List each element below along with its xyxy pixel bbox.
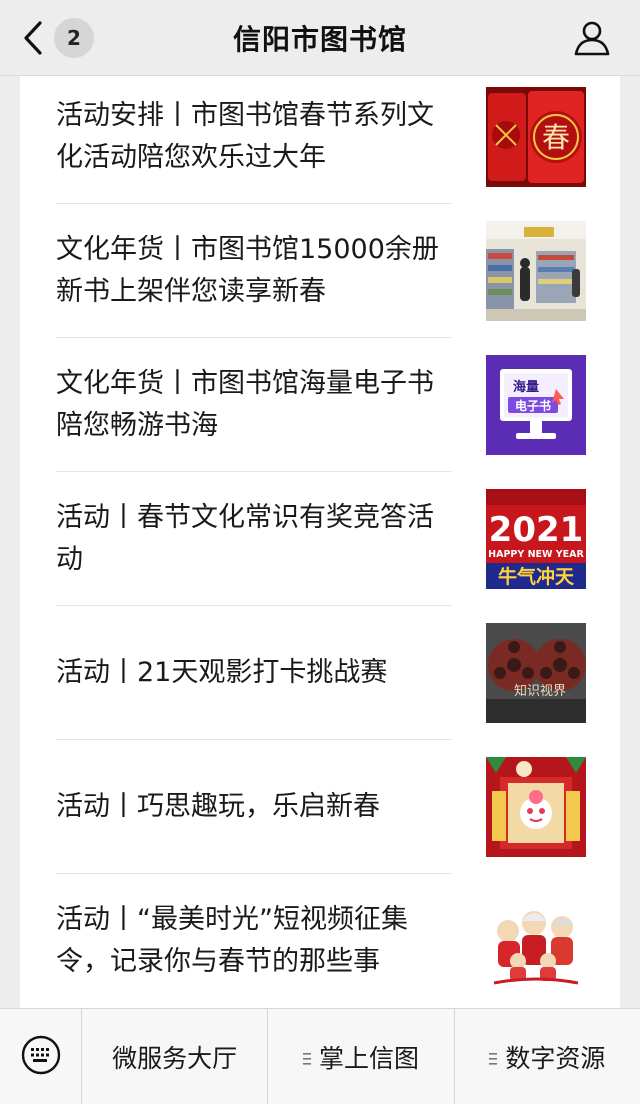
- chevron-left-icon: [18, 18, 48, 58]
- thumb-label: 牛气冲天: [498, 565, 575, 588]
- thumb-label: 知识视界: [514, 683, 566, 699]
- menu-micro-service-hall[interactable]: 微服务大厅: [82, 1009, 269, 1104]
- article-thumbnail: 海量 电子书: [486, 355, 586, 455]
- thumb-label: 电子书: [515, 398, 551, 413]
- article-thumbnail: 春: [486, 87, 586, 187]
- article-thumbnail: [486, 757, 586, 857]
- list-item[interactable]: 活动丨“最美时光”短视频征集令，记录你与春节的那些事: [20, 874, 620, 1008]
- article-title: 文化年货丨市图书馆海量电子书陪您畅游书海: [56, 368, 434, 441]
- list-item[interactable]: 活动安排丨市图书馆春节系列文化活动陪您欢乐过大年 春: [20, 76, 620, 204]
- article-title: 活动安排丨市图书馆春节系列文化活动陪您欢乐过大年: [56, 100, 434, 173]
- article-thumbnail: [486, 891, 586, 991]
- menu-label: 微服务大厅: [112, 1044, 238, 1073]
- menu-pocket-library[interactable]: 掌上信图: [268, 1009, 455, 1104]
- bottom-menu: 微服务大厅 掌上信图 数字资源: [0, 1008, 640, 1104]
- unread-count-badge: 2: [54, 18, 94, 58]
- article-thumbnail: 知识视界: [486, 623, 586, 723]
- list-item[interactable]: 文化年货丨市图书馆15000余册新书上架伴您读享新春: [20, 204, 620, 338]
- menu-label: 数字资源: [505, 1044, 606, 1073]
- article-list: 活动安排丨市图书馆春节系列文化活动陪您欢乐过大年 春 文化年货丨市图书馆1500…: [20, 76, 620, 1008]
- submenu-icon: [302, 1043, 311, 1072]
- top-bar: 2 信阳市图书馆: [0, 0, 640, 76]
- article-title: 活动丨春节文化常识有奖竞答活动: [56, 502, 434, 575]
- submenu-icon: [489, 1043, 498, 1072]
- menu-digital-resources[interactable]: 数字资源: [455, 1009, 640, 1104]
- thumb-label: 海量: [513, 379, 539, 395]
- menu-label: 掌上信图: [318, 1044, 419, 1073]
- article-title: 活动丨巧思趣玩，乐启新春: [56, 791, 380, 822]
- keyboard-icon: [20, 1034, 62, 1080]
- article-thumbnail: 2021 HAPPY NEW YEAR 牛气冲天: [486, 489, 586, 589]
- user-icon[interactable]: [572, 18, 612, 58]
- page-title: 信阳市图书馆: [232, 22, 407, 56]
- list-item[interactable]: 活动丨21天观影打卡挑战赛 知识视界: [20, 606, 620, 740]
- back-button[interactable]: 2: [18, 16, 94, 60]
- svg-text:春: 春: [542, 121, 570, 154]
- list-item[interactable]: 活动丨巧思趣玩，乐启新春: [20, 740, 620, 874]
- thumb-label: 2021: [489, 510, 584, 550]
- article-title: 活动丨“最美时光”短视频征集令，记录你与春节的那些事: [56, 904, 408, 977]
- list-item[interactable]: 文化年货丨市图书馆海量电子书陪您畅游书海 海量 电子书: [20, 338, 620, 472]
- article-title: 文化年货丨市图书馆15000余册新书上架伴您读享新春: [56, 234, 439, 307]
- keyboard-toggle-button[interactable]: [0, 1009, 82, 1104]
- article-thumbnail: [486, 221, 586, 321]
- list-item[interactable]: 活动丨春节文化常识有奖竞答活动 2021 HAPPY NEW YEAR 牛气冲天: [20, 472, 620, 606]
- thumb-label: HAPPY NEW YEAR: [488, 549, 584, 560]
- article-title: 活动丨21天观影打卡挑战赛: [56, 657, 388, 688]
